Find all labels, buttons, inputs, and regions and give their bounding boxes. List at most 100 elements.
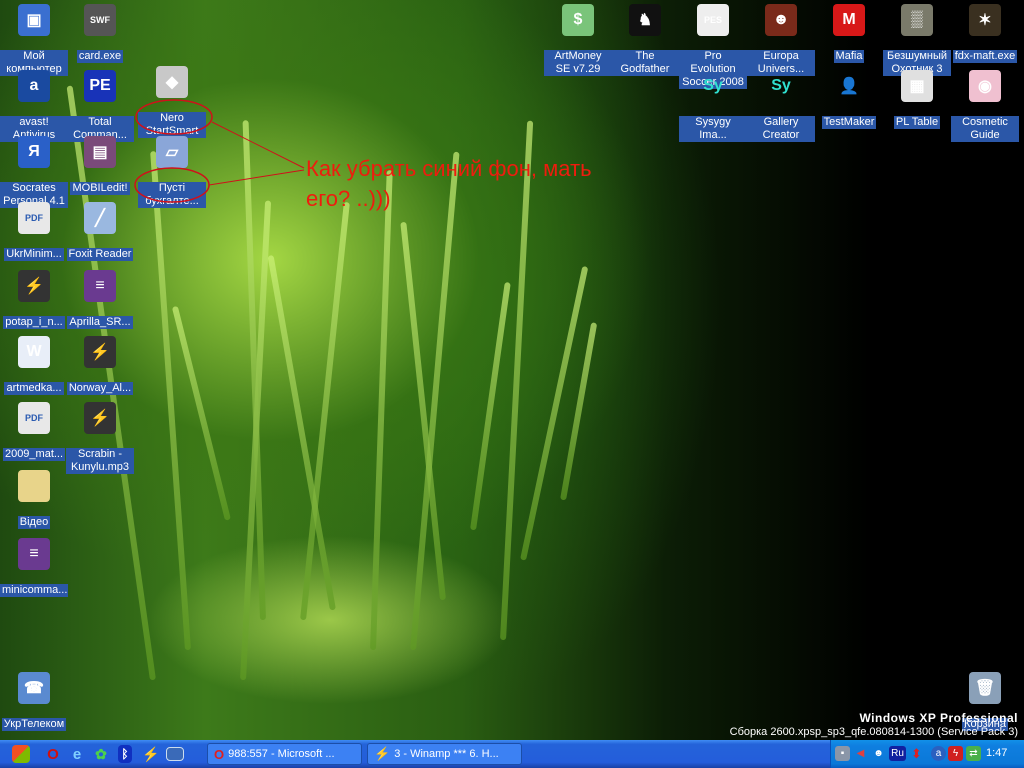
desktop-icon-label: Aprilla_SR... (67, 316, 133, 329)
desktop-icon[interactable]: ⚡ Norway_Al... (66, 336, 134, 395)
desktop-icon[interactable]: Відео (0, 470, 68, 529)
folder-icon (18, 470, 50, 502)
desktop-icon-label: Відео (17, 516, 51, 529)
desktop-icon[interactable]: ╱ Foxit Reader (66, 202, 134, 261)
desktop-icon-label: 2009_mat... (2, 448, 66, 461)
icq-icon[interactable]: ✿ (92, 745, 110, 763)
network-connection-icon: ☎ (18, 672, 50, 704)
system-tray: ▪ ◀ ☻ Ru ⬍ a ϟ ⇄ 1:47 (830, 740, 1024, 768)
avast-icon[interactable]: a (931, 746, 946, 761)
annotation-text: Как убрать синий фон, мать его? ..))) (306, 156, 592, 211)
table-icon: ▦ (901, 70, 933, 102)
mafia-icon: M (833, 4, 865, 36)
artmoney-icon: $ (562, 4, 594, 36)
word-icon: W (18, 336, 50, 368)
my-computer-icon: ▣ (18, 4, 50, 36)
desktop-icon[interactable]: $ ArtMoney SE v7.29 (544, 4, 612, 76)
pointer-line (208, 169, 305, 186)
watermark-title: Windows XP Professional (859, 711, 1018, 725)
winamp-icon: ⚡ (374, 746, 391, 761)
language-indicator[interactable]: Ru (889, 746, 906, 761)
recycle-bin-icon: 🗑 (969, 672, 1001, 704)
desktop-icon[interactable]: Sy Gallery Creator (747, 70, 815, 142)
sync-icon[interactable]: ⇄ (966, 746, 981, 761)
grass-blade (470, 282, 511, 531)
opera-icon[interactable]: O (44, 745, 62, 763)
task-label: 3 - Winamp *** 6. H... (394, 748, 499, 760)
desktop-icon[interactable]: PDF UkrMinim... (0, 202, 68, 261)
desktop-icon[interactable]: ⚡ potap_i_n... (0, 270, 68, 329)
desktop-icon-label: UkrMinim... (4, 248, 64, 261)
task-button-opera[interactable]: O 988:557 - Microsoft ... (207, 743, 362, 765)
desktop-icon[interactable]: PDF 2009_mat... (0, 402, 68, 461)
desktop-icon-label: Sysygy Ima... (679, 116, 747, 142)
desktop-icon[interactable]: ▣ Мой компьютер (0, 4, 68, 76)
winamp-icon: ⚡ (84, 336, 116, 368)
cow-icon[interactable]: ☻ (871, 746, 886, 761)
desktop-icon[interactable]: M Mafia (815, 4, 883, 63)
total-commander-icon: PE (84, 70, 116, 102)
desktop-icon-label: artmedka... (4, 382, 64, 395)
desktop-icon[interactable]: PE Total Comman... (66, 70, 134, 142)
start-windows-icon[interactable] (12, 745, 30, 763)
pdf-icon: PDF (18, 402, 50, 434)
foxit-icon: ╱ (84, 202, 116, 234)
desktop-icon-label: Nero StartSmart (138, 112, 206, 138)
desktop-icon-label: MOBILedit! (70, 182, 130, 195)
hunter-icon: ▒ (901, 4, 933, 36)
winamp-icon[interactable]: ⚡ (142, 745, 160, 763)
pointer-line (211, 121, 305, 169)
desktop-icon[interactable]: ≡ Aprilla_SR... (66, 270, 134, 329)
desktop-icon-label: Scrabin - Kunylu.mp3 (66, 448, 134, 474)
pes-icon: PES (697, 4, 729, 36)
pdf-icon: PDF (18, 202, 50, 234)
desktop-icon-label: Gallery Creator (747, 116, 815, 142)
desktop-icon-label: Cosmetic Guide (951, 116, 1019, 142)
volume-icon[interactable]: ◀ (853, 746, 868, 761)
desktop-icon[interactable]: ▤ MOBILedit! (66, 136, 134, 195)
updates-icon[interactable]: ⬍ (909, 746, 924, 761)
desktop-icon[interactable]: ⚡ Scrabin - Kunylu.mp3 (66, 402, 134, 474)
user-icon: 👤 (839, 78, 859, 95)
flash-get-icon[interactable]: ϟ (948, 746, 963, 761)
desktop-icon[interactable]: ≡ minicomma... (0, 538, 68, 597)
desktop-icon[interactable]: Sy Sysygy Ima... (679, 70, 747, 142)
grass-blade (171, 305, 231, 521)
desktop-icon[interactable]: ◉ Cosmetic Guide (951, 70, 1019, 142)
desktop-icon[interactable]: Wartmedka... (0, 336, 68, 395)
desktop-icon[interactable]: 👤 TestMaker (815, 70, 883, 129)
syzygy-icon: Sy (703, 77, 723, 94)
grass-blade (370, 170, 393, 651)
desktop-icon-label: fdx-maft.exe (952, 50, 1018, 63)
clock[interactable]: 1:47 (986, 747, 1007, 759)
desktop-icon[interactable]: ◆ Nero StartSmart (138, 66, 206, 138)
network-icon[interactable]: ▪ (835, 746, 850, 761)
internet-explorer-icon[interactable]: e (68, 745, 86, 763)
desktop-icon-label: card.exe (76, 50, 124, 63)
desktop-icon[interactable]: Я Socrates Personal 4.1 (0, 136, 68, 208)
desktop-icon[interactable]: ♞ The Godfather (611, 4, 679, 76)
desktop-icon-label: Пусті бухгалте... (138, 182, 206, 208)
desktop-icon-label: The Godfather (611, 50, 679, 76)
desktop-icon-label: Foxit Reader (66, 248, 134, 261)
desktop-icon-label: minicomma... (0, 584, 68, 597)
desktop-icon[interactable]: ▦ PL Table (883, 70, 951, 129)
bluetooth-icon[interactable]: ᛒ (118, 745, 132, 763)
grass-blade (150, 151, 191, 651)
desktop-icon[interactable]: ☎ УкрТелеком (0, 672, 68, 731)
desktop-icon[interactable]: ✶ fdx-maft.exe (951, 4, 1019, 63)
desktop-icon[interactable]: SWF card.exe (66, 4, 134, 63)
desktop-icon[interactable]: ▱ Пусті бухгалте... (138, 136, 206, 208)
nero-icon: ◆ (156, 66, 188, 98)
desktop-icon[interactable]: ☻ Europa Univers... (747, 4, 815, 76)
show-desktop-icon[interactable] (166, 747, 184, 761)
task-button-winamp[interactable]: ⚡ 3 - Winamp *** 6. H... (367, 743, 522, 765)
taskbar: O e ✿ ᛒ ⚡ O 988:557 - Microsoft ... ⚡ 3 - … (0, 740, 1024, 768)
godfather-icon: ♞ (629, 4, 661, 36)
desktop-icon[interactable]: a avast! Antivirus (0, 70, 68, 142)
grass-blade (410, 151, 460, 651)
desktop-icon[interactable]: ▒ Безшумный Охотник 3 (883, 4, 951, 76)
desktop-icon-label: PL Table (893, 116, 941, 129)
avast-icon: a (18, 70, 50, 102)
desktop-icon-label: potap_i_n... (3, 316, 65, 329)
